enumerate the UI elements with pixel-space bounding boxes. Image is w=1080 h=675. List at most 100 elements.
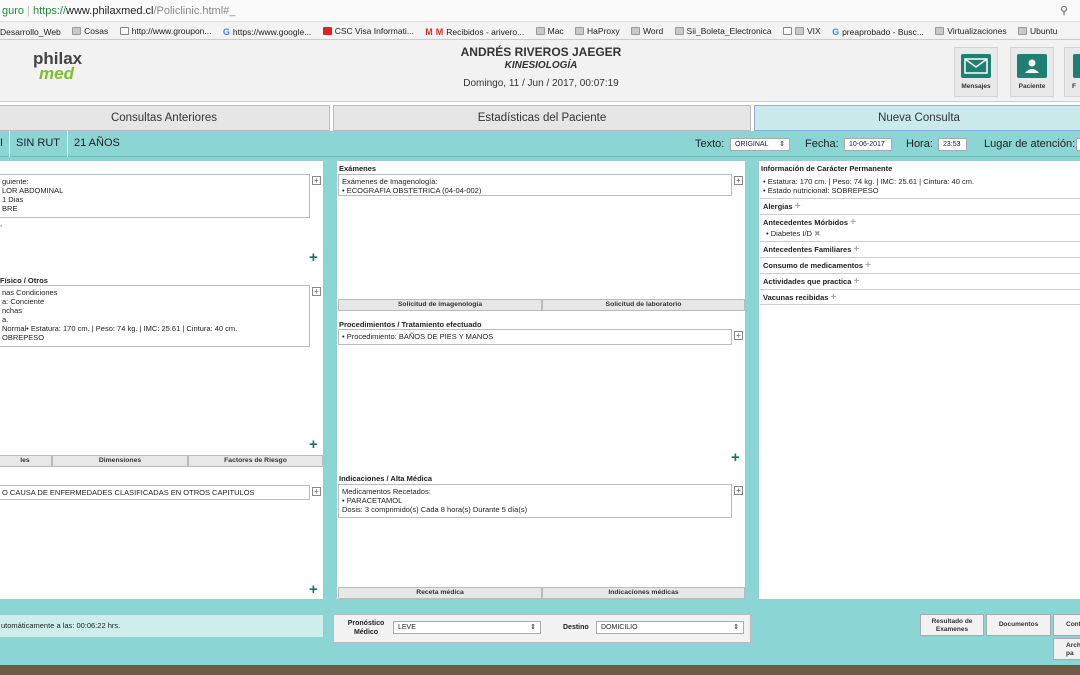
remove-icon[interactable]: ✖ [814,229,820,238]
documents-button[interactable]: Documentos [986,614,1051,636]
prescription-button[interactable]: Receta médica [338,587,542,599]
gmail-icon: M [425,27,433,37]
bookmark-cosas[interactable]: Cosas [72,22,108,39]
autosave-status: utomáticamente a las: 00:06:22 hrs. [0,614,324,638]
family-history-row[interactable]: Antecedentes Familiares + [760,241,1080,257]
patient-rut: SIN RUT [16,137,60,149]
select-arrow-icon: ⇕ [779,141,785,148]
vaccines-row[interactable]: Vacunas recibidas + [760,289,1080,305]
bookmark-vix[interactable]: VIX [782,22,821,39]
add-icon[interactable]: + [865,260,871,271]
url-host: www.philaxmed.cl [66,5,154,17]
bookmark-word[interactable]: Word [631,22,663,39]
bookmarks-bar: Desarrollo_Web Cosas http://www.groupon.… [0,22,1080,40]
messages-button[interactable]: Mensajes [954,47,998,97]
confirm-button[interactable]: Conf [1053,614,1080,636]
tab-patient-stats[interactable]: Estadísticas del Paciente [333,105,751,131]
bookmark-ubuntu[interactable]: Ubuntu [1017,22,1057,39]
exams-box[interactable]: Exámenes de Imagenología: • ECOGRAFIA OB… [338,174,732,196]
add-plus-icon[interactable]: + [731,450,740,465]
permanent-info-text: • Estatura: 170 cm. | Peso: 74 kg. | IMC… [763,177,975,195]
bookmark-google[interactable]: Ghttps://www.google... [223,23,311,39]
patient-folder-icon [1017,54,1047,78]
prognosis-select[interactable]: LEVE ⇕ [393,621,541,634]
anamnesis-fragment: , [0,219,3,228]
bookmark-gmail[interactable]: M M Recibidos - arivero... [425,23,524,39]
current-datetime: Domingo, 11 / Jun / 2017, 00:07:19 [463,78,619,89]
anamnesis-box[interactable]: guiente: LOR ABDOMINAL 1 Dias BRE [0,174,310,218]
page-icon [782,27,792,35]
middle-column [336,160,746,600]
risk-factors-button[interactable]: Factores de Riesgo [188,455,323,467]
tab-new-consult[interactable]: Nueva Consulta [754,105,1080,131]
allergies-row[interactable]: Alergias + [760,198,1080,214]
url-protocol: https:// [33,5,67,17]
left-btn-a[interactable]: les [0,455,52,467]
add-icon[interactable]: + [853,244,859,255]
band-separator [67,131,68,157]
bookmark-haproxy[interactable]: HaProxy [575,22,620,39]
bookmark-preaprobado[interactable]: Gpreaprobado - Busc... [832,23,924,39]
text-select[interactable]: ORIGINAL ⇕ [730,138,790,151]
desktop-strip [0,665,1080,675]
medication-use-row[interactable]: Consumo de medicamentos + [760,257,1080,273]
date-input[interactable]: 10-06-2017 [844,138,892,151]
imaging-request-button[interactable]: Solicitud de imagenología [338,299,542,311]
folder-icon [631,27,641,35]
morbid-item: • Diabetes I/D ✖ [766,229,821,238]
medical-indications-button[interactable]: Indicaciones médicas [542,587,745,599]
bookmark-groupon[interactable]: http://www.groupon... [119,22,212,39]
expand-icon[interactable]: + [312,487,321,496]
add-plus-icon[interactable]: + [309,582,318,597]
band-separator [9,131,10,157]
folder-icon [72,27,82,35]
bookmark-sii[interactable]: Sii_Boleta_Electronica [674,22,772,39]
exam-results-button[interactable]: Resultado de Examenes [920,614,984,636]
bookmark-csc[interactable]: CSC Visa Informati... [322,22,414,39]
archive-button[interactable]: Arch pa [1053,638,1080,660]
expand-icon[interactable]: + [734,176,743,185]
diagnosis-box[interactable]: O CAUSA DE ENFERMEDADES CLASIFICADAS EN … [0,485,310,500]
address-bar[interactable]: guro | https://www.philaxmed.cl/Policlin… [0,0,1080,22]
page-icon [119,27,129,35]
left-column [0,160,324,600]
philaxmed-logo: philax med [33,49,83,83]
add-icon[interactable]: + [850,217,856,228]
bookmark-desarrollo[interactable]: Desarrollo_Web [0,23,61,39]
date-label: Fecha: [805,138,839,150]
expand-icon[interactable]: + [312,287,321,296]
tab-previous-consults[interactable]: Consultas Anteriores [0,105,330,131]
procedures-box[interactable]: • Procedimiento: BAÑOS DE PIES Y MANOS [338,329,732,345]
third-header-button[interactable]: F [1064,47,1080,97]
doctor-name: ANDRÉS RIVEROS JAEGER [460,45,622,59]
lab-request-button[interactable]: Solicitud de laboratorio [542,299,745,311]
permanent-info-title: Información de Carácter Permanente [761,164,893,173]
hour-label: Hora: [906,138,933,150]
doctor-specialty: KINESIOLOGÍA [504,60,578,71]
activities-row[interactable]: Actividades que practica + [760,273,1080,289]
add-plus-icon[interactable]: + [309,250,318,265]
bookmark-mac[interactable]: Mac [535,22,564,39]
physical-exam-title: Físico / Otros [0,276,48,285]
pin-icon[interactable]: ⚲ [1060,0,1068,22]
dimensions-button[interactable]: Dimensiones [52,455,188,467]
select-arrow-icon: ⇕ [530,624,536,631]
patient-button[interactable]: Paciente [1010,47,1054,97]
expand-icon[interactable]: + [312,176,321,185]
add-icon[interactable]: + [831,292,837,303]
add-icon[interactable]: + [853,276,859,287]
bookmark-virtualizaciones[interactable]: Virtualizaciones [935,22,1007,39]
folder-icon [1017,27,1027,35]
csc-icon [322,27,332,35]
destination-select[interactable]: DOMICILIO ⇕ [596,621,744,634]
add-icon[interactable]: + [795,201,801,212]
expand-icon[interactable]: + [734,331,743,340]
band-fragment: I [0,137,4,149]
add-plus-icon[interactable]: + [309,437,318,452]
physical-exam-box[interactable]: nas Condiciones a: Conciente nchas a. No… [0,285,310,347]
expand-icon[interactable]: + [734,486,743,495]
select-arrow-icon: ⇕ [733,624,739,631]
place-select[interactable] [1076,138,1080,151]
hour-input[interactable]: 23:53 [938,138,967,151]
indications-box[interactable]: Medicamentos Recetados: • PARACETAMOL Do… [338,484,732,518]
